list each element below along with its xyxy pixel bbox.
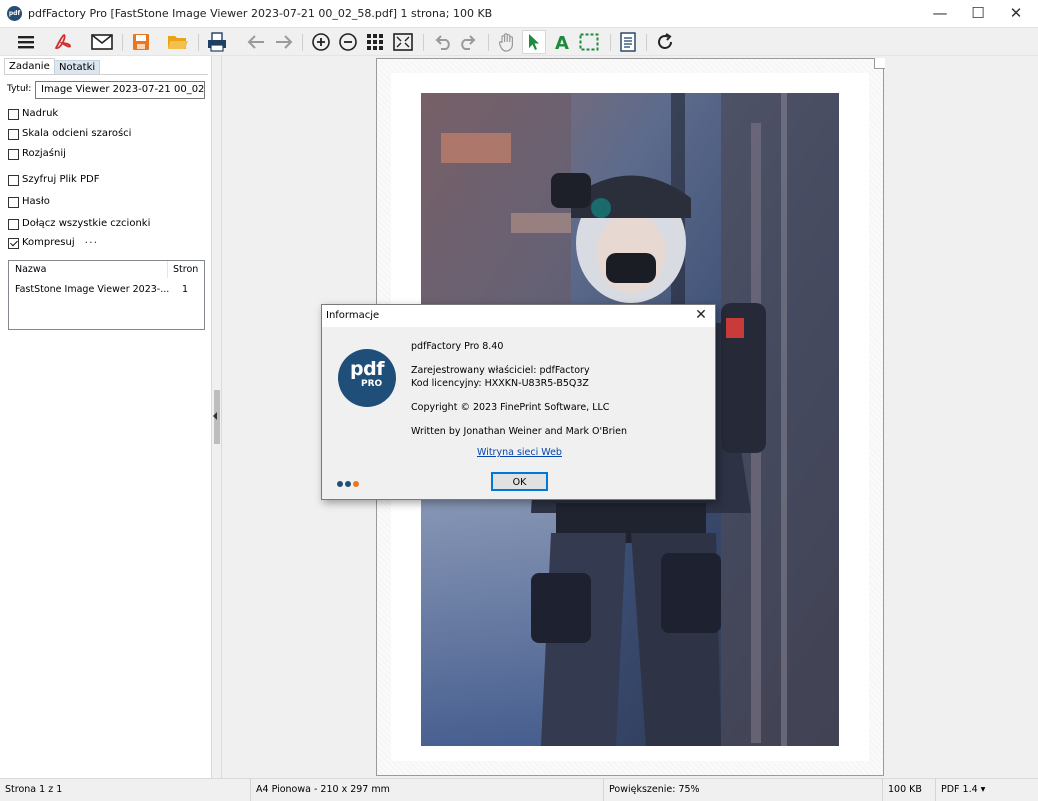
authors-text: Written by Jonathan Weiner and Mark O'Br… [411,426,628,437]
option-nadruk[interactable]: Nadruk [8,107,58,121]
checkbox[interactable] [8,128,19,140]
tab-notatki[interactable]: Notatki [54,60,101,75]
license-code: Kod licencyjny: HXXKN-U83R5-B5Q3Z [411,378,589,389]
checkbox[interactable] [8,108,19,120]
email-icon[interactable] [90,30,114,54]
marquee-select-icon[interactable] [577,30,601,54]
undo-icon[interactable] [431,30,455,54]
checkbox-checked[interactable] [8,237,19,249]
forward-arrow-icon[interactable] [272,30,296,54]
back-arrow-icon[interactable] [244,30,268,54]
menu-icon[interactable] [14,30,38,54]
collapse-arrow-icon [213,412,217,420]
refresh-icon[interactable] [653,30,677,54]
pdf-acrobat-icon[interactable] [51,30,75,54]
brand-dots-icon [337,481,361,487]
ok-button[interactable]: OK [491,472,548,491]
hand-tool-icon[interactable] [495,30,519,54]
website-link[interactable]: Witryna sieci Web [477,447,562,458]
fit-page-icon[interactable] [391,30,415,54]
status-file-size: 100 KB [882,779,922,801]
zoom-in-icon[interactable] [309,30,333,54]
option-label: Rozjaśnij [22,148,66,159]
product-version: pdfFactory Pro 8.40 [411,341,504,352]
text-tool-icon[interactable]: A [550,30,574,54]
file-list-header: Nazwa Stron [9,261,204,278]
checkbox[interactable] [8,174,19,186]
option-grayscale[interactable]: Skala odcieni szarości [8,127,131,141]
compress-settings-button[interactable]: ··· [85,237,99,249]
column-header-name[interactable]: Nazwa [15,264,47,275]
window-title: pdfFactory Pro [FastStone Image Viewer 2… [28,7,493,20]
svg-text:A: A [555,33,569,51]
status-bar: Strona 1 z 1 A4 Pionowa - 210 x 297 mm P… [0,778,1038,801]
option-label: Dołącz wszystkie czcionki [22,218,151,229]
logo-subtext: PRO [361,379,383,389]
about-dialog: Informacje ✕ pdf PRO pdfFactory Pro 8.40… [321,304,716,500]
file-name: FastStone Image Viewer 2023-... [15,284,170,295]
job-panel: Zadanie Notatki Tytuł: Image Viewer 2023… [0,56,212,778]
pdffactory-logo: pdf PRO [338,349,396,407]
copyright-text: Copyright © 2023 FinePrint Software, LLC [411,402,610,413]
save-icon[interactable] [129,30,153,54]
toolbar: A [0,28,1038,56]
file-pages: 1 [182,284,189,295]
notes-document-icon[interactable] [616,30,640,54]
option-label: Skala odcieni szarości [22,128,132,139]
pdf-version-dropdown[interactable]: PDF 1.4 ▾ [935,779,985,801]
select-arrow-icon[interactable] [522,30,546,54]
thumbnails-grid-icon[interactable] [363,30,387,54]
dialog-close-icon[interactable]: ✕ [687,305,715,327]
dialog-title-bar: Informacje ✕ [322,305,715,327]
checkbox[interactable] [8,148,19,160]
open-folder-icon[interactable] [166,30,190,54]
option-encrypt[interactable]: Szyfruj Plik PDF [8,173,99,187]
option-password[interactable]: Hasło [8,195,50,209]
print-icon[interactable] [205,30,229,54]
panel-splitter[interactable] [212,56,222,778]
registered-owner: Zarejestrowany właściciel: pdfFactory [411,365,590,376]
dialog-title: Informacje [326,310,380,321]
logo-text: pdf [350,358,384,380]
file-list: Nazwa Stron FastStone Image Viewer 2023-… [8,260,205,330]
title-bar: pdf pdfFactory Pro [FastStone Image View… [0,0,1038,28]
close-button[interactable]: ✕ [994,0,1038,28]
checkbox[interactable] [8,218,19,230]
app-icon: pdf [7,6,22,21]
title-label: Tytuł: [7,84,32,94]
status-zoom[interactable]: Powiększenie: 75% [603,779,700,801]
zoom-out-icon[interactable] [336,30,360,54]
option-label: Nadruk [22,108,59,119]
file-list-row[interactable]: FastStone Image Viewer 2023-... 1 [9,281,204,297]
title-input[interactable]: Image Viewer 2023-07-21 00_02_58 [35,81,205,99]
option-compress[interactable]: Kompresuj ··· [8,236,98,250]
tab-zadanie[interactable]: Zadanie [4,58,55,75]
option-label: Kompresuj [22,237,75,248]
column-header-pages[interactable]: Stron [173,264,198,275]
option-lighten[interactable]: Rozjaśnij [8,147,66,161]
option-embed-fonts[interactable]: Dołącz wszystkie czcionki [8,217,150,231]
option-label: Hasło [22,196,50,207]
status-page-count: Strona 1 z 1 [5,784,63,795]
option-label: Szyfruj Plik PDF [22,174,100,185]
checkbox[interactable] [8,196,19,208]
status-paper-size[interactable]: A4 Pionowa - 210 x 297 mm [250,779,390,801]
redo-icon[interactable] [456,30,480,54]
